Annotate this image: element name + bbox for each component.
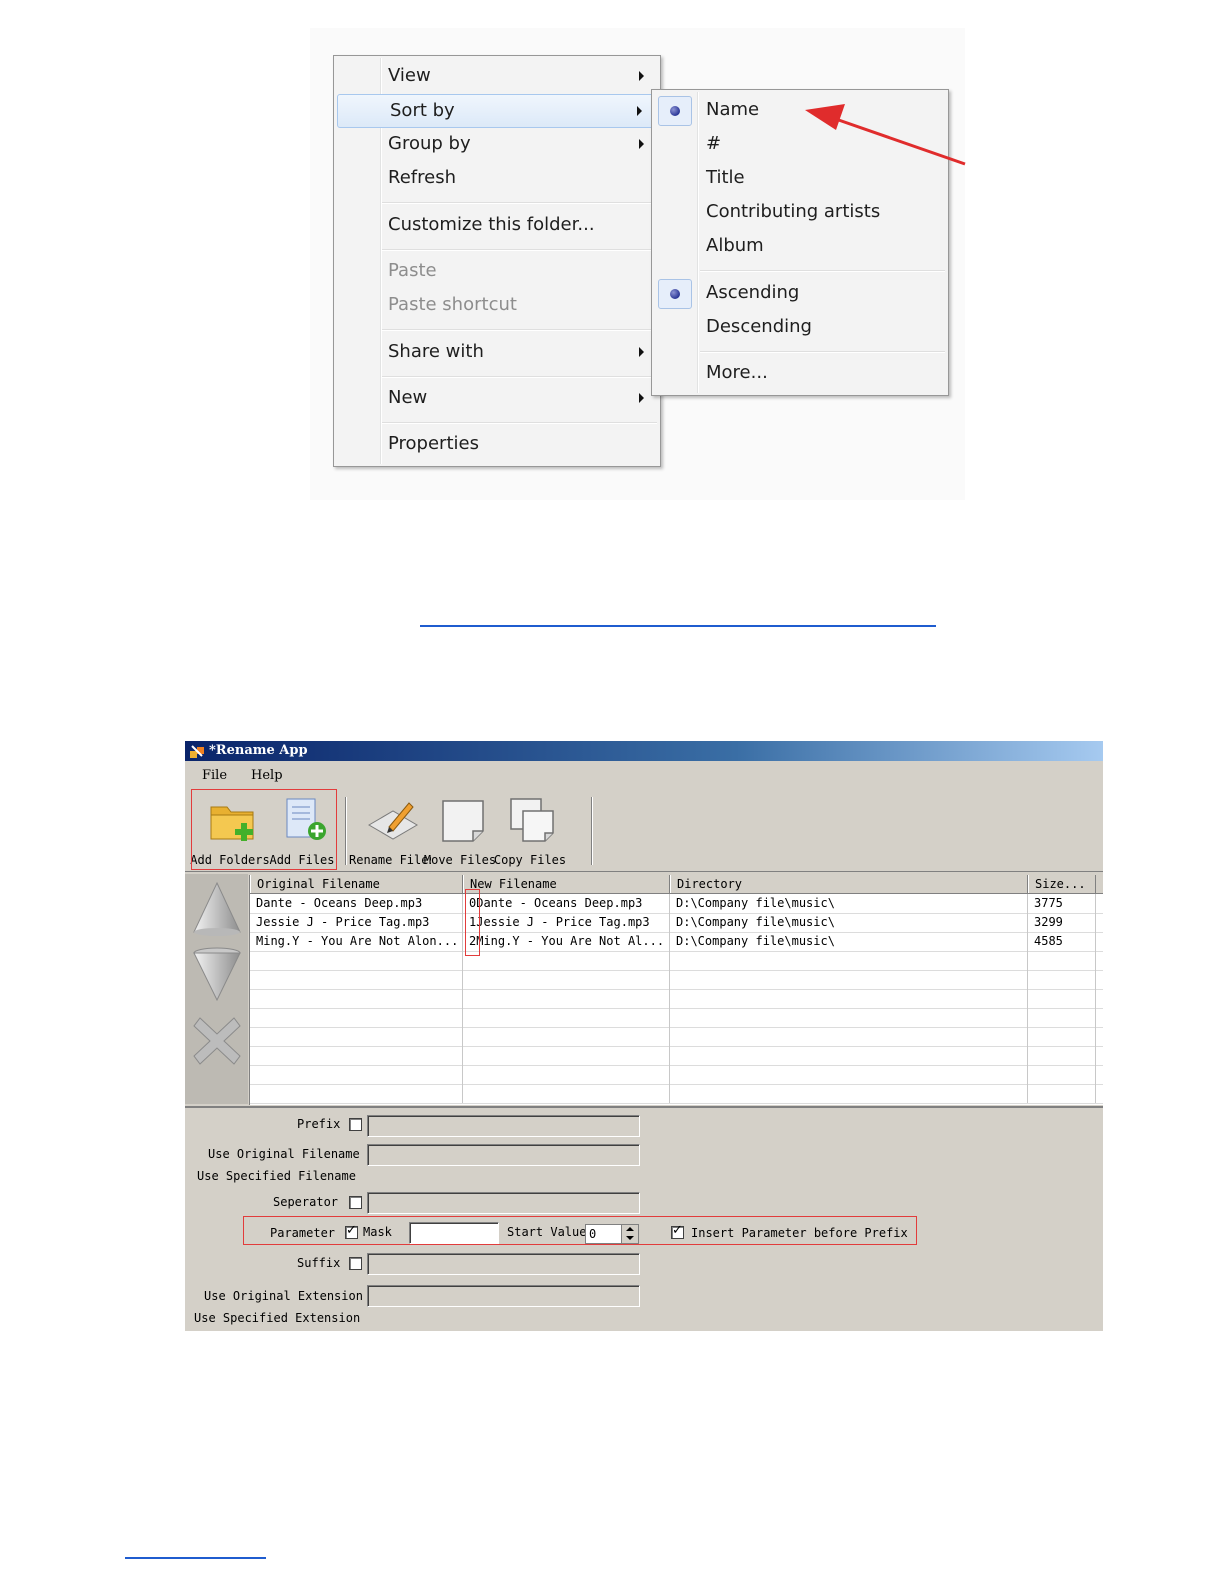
- submenu-arrow-icon: [639, 393, 644, 403]
- menu-item-share-with[interactable]: Share with: [336, 336, 658, 368]
- separator-checkbox[interactable]: [349, 1196, 362, 1209]
- use-original-filename-label[interactable]: Use Original Filename: [208, 1147, 360, 1161]
- use-specified-filename-label[interactable]: Use Specified Filename: [197, 1169, 356, 1183]
- move-page-icon: [442, 800, 484, 842]
- table-row-empty: [250, 951, 1103, 971]
- sort-option-descending[interactable]: Descending: [654, 311, 946, 343]
- suffix-checkbox[interactable]: [349, 1257, 362, 1270]
- filename-input[interactable]: [367, 1144, 640, 1166]
- separator-label: Seperator: [273, 1195, 339, 1209]
- use-original-extension-label[interactable]: Use Original Extension: [204, 1289, 364, 1303]
- menu-separator: [382, 249, 657, 251]
- menu-item-view[interactable]: View: [336, 60, 658, 92]
- menu-separator: [700, 270, 945, 272]
- menu-item-group-by[interactable]: Group by: [336, 128, 658, 160]
- highlight-number-prefix: [465, 889, 480, 956]
- move-down-icon[interactable]: [190, 946, 244, 1004]
- file-list-table: Original Filename New Filename Directory…: [249, 875, 1103, 1105]
- menu-help[interactable]: Help: [251, 768, 283, 783]
- menu-separator: [382, 422, 657, 424]
- table-row-empty: [250, 1084, 1103, 1104]
- highlight-parameter-row: [243, 1216, 917, 1245]
- table-header: Original Filename New Filename Directory…: [250, 875, 1103, 894]
- column-directory[interactable]: Directory: [670, 875, 1028, 893]
- menu-item-refresh[interactable]: Refresh: [336, 162, 658, 194]
- delete-x-icon[interactable]: [190, 1012, 244, 1070]
- copy-pages-icon: [510, 798, 554, 842]
- red-annotation-arrow-icon: [805, 104, 966, 166]
- sort-option-more[interactable]: More...: [654, 357, 946, 389]
- submenu-arrow-icon: [637, 106, 642, 116]
- table-row-empty: [250, 1046, 1103, 1066]
- sort-option-ascending[interactable]: Ascending: [654, 277, 946, 309]
- column-original-filename[interactable]: Original Filename: [250, 875, 463, 893]
- radio-dot-icon: [658, 279, 692, 309]
- menu-file[interactable]: File: [202, 768, 227, 783]
- window-title: *Rename App: [209, 743, 308, 758]
- submenu-arrow-icon: [639, 347, 644, 357]
- suffix-input[interactable]: [367, 1253, 640, 1275]
- menu-item-sort-by[interactable]: Sort by: [337, 94, 657, 128]
- rename-files-button[interactable]: Rename Files: [349, 791, 431, 869]
- column-new-filename[interactable]: New Filename: [463, 875, 670, 893]
- menu-item-new[interactable]: New: [336, 382, 658, 414]
- toolbar-separator: [345, 797, 347, 865]
- submenu-arrow-icon: [639, 71, 644, 81]
- extension-input[interactable]: [367, 1285, 640, 1307]
- table-row-empty: [250, 1065, 1103, 1085]
- rename-app-window: *Rename App File Help Add Folders Add Fi…: [185, 741, 1103, 1331]
- table-row-empty: [250, 970, 1103, 990]
- radio-dot-icon: [658, 96, 692, 126]
- sort-option-album[interactable]: Album: [654, 230, 946, 262]
- title-bar: *Rename App: [185, 741, 1103, 761]
- prefix-checkbox[interactable]: [349, 1118, 362, 1131]
- sort-option-contributing-artists[interactable]: Contributing artists: [654, 196, 946, 228]
- blue-divider-line: [420, 625, 936, 627]
- table-row[interactable]: Dante - Oceans Deep.mp3 0Dante - Oceans …: [250, 894, 1103, 914]
- side-button-panel: [185, 874, 248, 1104]
- submenu-arrow-icon: [639, 139, 644, 149]
- table-row-empty: [250, 1027, 1103, 1047]
- context-menu: View Sort by Group by Refresh Customize …: [333, 55, 661, 467]
- rename-pen-icon: [368, 802, 418, 840]
- menu-item-paste-shortcut[interactable]: Paste shortcut: [336, 289, 658, 321]
- prefix-input[interactable]: [367, 1115, 640, 1137]
- table-row-empty: [250, 1008, 1103, 1028]
- table-row[interactable]: Ming.Y - You Are Not Alon... 2Ming.Y - Y…: [250, 932, 1103, 952]
- column-size[interactable]: Size...: [1028, 875, 1096, 893]
- use-specified-extension-label[interactable]: Use Specified Extension: [194, 1311, 360, 1325]
- footnote-divider-line: [125, 1557, 266, 1559]
- highlight-add-buttons: [191, 789, 337, 870]
- move-up-icon[interactable]: [190, 880, 244, 938]
- prefix-label: Prefix: [297, 1117, 341, 1131]
- menu-item-paste[interactable]: Paste: [336, 255, 658, 287]
- move-files-button[interactable]: Move Files: [424, 791, 496, 869]
- app-logo-icon: [190, 745, 204, 758]
- table-row-empty: [250, 989, 1103, 1009]
- menu-separator: [382, 329, 657, 331]
- separator-input[interactable]: [367, 1192, 640, 1214]
- menu-item-customize-folder[interactable]: Customize this folder...: [336, 209, 658, 241]
- menu-item-properties[interactable]: Properties: [336, 428, 658, 460]
- suffix-label: Suffix: [297, 1256, 341, 1270]
- menu-separator: [700, 351, 945, 353]
- table-row[interactable]: Jessie J - Price Tag.mp3 1Jessie J - Pri…: [250, 913, 1103, 933]
- copy-files-button[interactable]: Copy Files: [494, 791, 566, 869]
- menu-separator: [382, 202, 657, 204]
- menu-separator: [382, 376, 657, 378]
- toolbar-separator: [591, 797, 593, 865]
- menu-bar: File Help: [185, 763, 1103, 785]
